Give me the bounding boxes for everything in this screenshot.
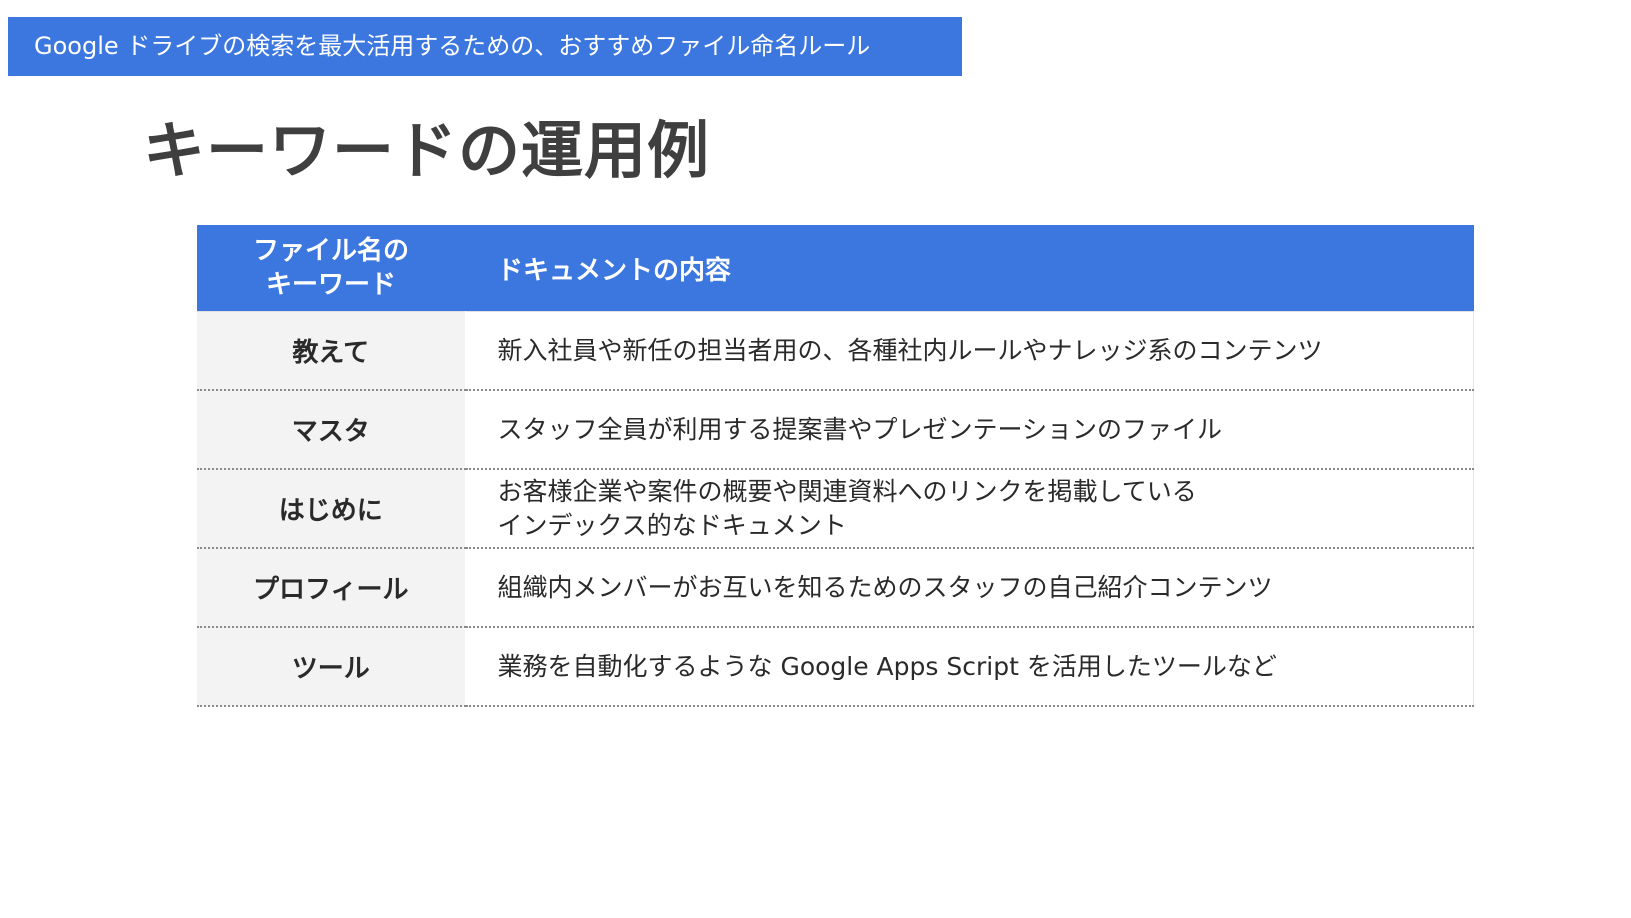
table-row: プロフィール 組織内メンバーがお互いを知るためのスタッフの自己紹介コンテンツ <box>197 548 1474 628</box>
table-header-row: ファイル名の キーワード ドキュメントの内容 <box>197 225 1474 312</box>
banner-text: Google ドライブの検索を最大活用するための、おすすめファイル命名ルール <box>34 32 871 60</box>
table-row: ツール 業務を自動化するような Google Apps Script を活用した… <box>197 627 1474 707</box>
keyword-cell: ツール <box>197 627 466 707</box>
table-row: 教えて 新入社員や新任の担当者用の、各種社内ルールやナレッジ系のコンテンツ <box>197 311 1474 391</box>
top-banner: Google ドライブの検索を最大活用するための、おすすめファイル命名ルール <box>8 17 962 76</box>
table-row: マスタ スタッフ全員が利用する提案書やプレゼンテーションのファイル <box>197 390 1474 470</box>
keyword-cell: マスタ <box>197 390 466 470</box>
content-cell: 業務を自動化するような Google Apps Script を活用したツールな… <box>465 627 1474 707</box>
content-cell: スタッフ全員が利用する提案書やプレゼンテーションのファイル <box>465 390 1474 470</box>
header-keyword: ファイル名の キーワード <box>197 225 465 312</box>
header-content: ドキュメントの内容 <box>465 225 1474 312</box>
content-cell: お客様企業や案件の概要や関連資料へのリンクを掲載している インデックス的なドキュ… <box>465 469 1474 549</box>
header-content-label: ドキュメントの内容 <box>497 255 732 286</box>
header-keyword-label: ファイル名の キーワード <box>252 236 409 300</box>
keyword-cell: プロフィール <box>197 548 466 628</box>
keyword-cell: 教えて <box>197 311 466 391</box>
keyword-cell: はじめに <box>197 469 466 549</box>
page-title: キーワードの運用例 <box>143 114 711 187</box>
content-cell: 新入社員や新任の担当者用の、各種社内ルールやナレッジ系のコンテンツ <box>465 311 1474 391</box>
keyword-table: ファイル名の キーワード ドキュメントの内容 教えて 新入社員や新任の担当者用の… <box>197 225 1474 707</box>
table-row: はじめに お客様企業や案件の概要や関連資料へのリンクを掲載している インデックス… <box>197 469 1474 549</box>
content-cell: 組織内メンバーがお互いを知るためのスタッフの自己紹介コンテンツ <box>465 548 1474 628</box>
